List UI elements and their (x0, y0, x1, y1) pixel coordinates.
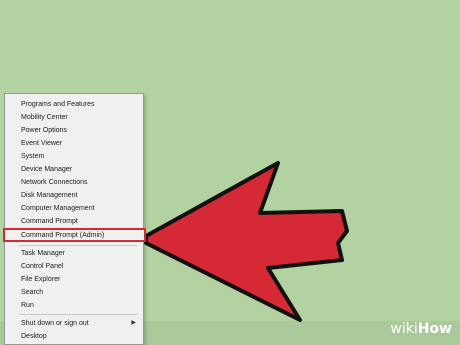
watermark-how: How (417, 321, 452, 337)
menu-item-command-prompt-admin[interactable]: Command Prompt (Admin) (3, 228, 146, 242)
wikihow-watermark: wikiHow (390, 321, 452, 337)
watermark-wiki: wiki (390, 321, 418, 337)
red-arrow-icon (144, 161, 349, 322)
red-arrow-shape (144, 161, 349, 322)
